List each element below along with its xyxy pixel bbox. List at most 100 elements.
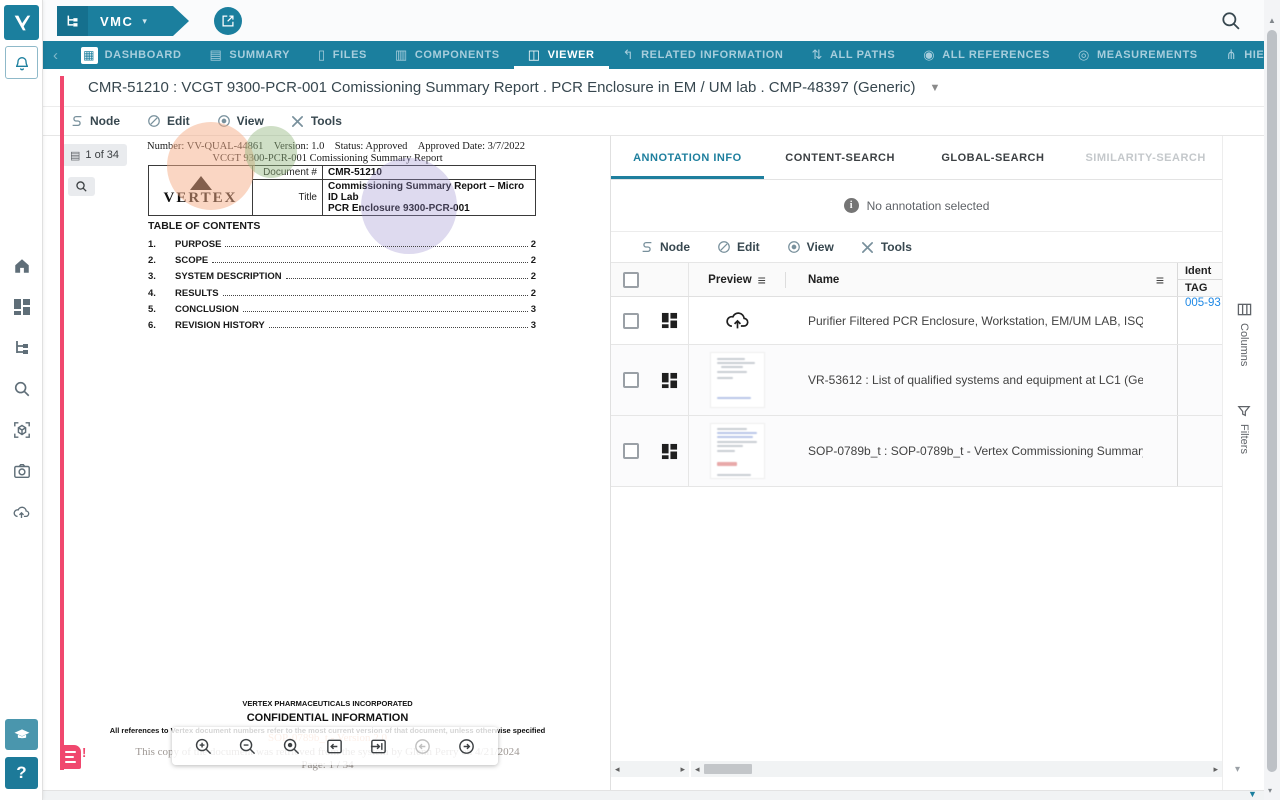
toc-item: 5.CONCLUSION3 <box>148 304 536 315</box>
dashboard-grid-icon[interactable] <box>651 297 689 344</box>
node-menu[interactable]: Node <box>70 114 120 128</box>
preview-cell[interactable] <box>689 297 785 344</box>
workspace-selector[interactable]: VMC ▾ <box>57 6 189 36</box>
page-vertical-scrollbar[interactable]: ▲ ▾ <box>1264 0 1280 800</box>
identifier-column-header[interactable]: Ident TAG <box>1177 263 1222 296</box>
tab-components[interactable]: ▥ COMPONENTS <box>381 41 514 69</box>
scroll-right-icon[interactable]: ▸ <box>680 764 685 775</box>
columns-toggle[interactable]: Columns <box>1223 302 1265 366</box>
cloud-upload-icon[interactable] <box>12 502 32 522</box>
view-menu[interactable]: View <box>217 114 264 128</box>
global-search-icon[interactable] <box>1220 10 1242 32</box>
tools-menu[interactable]: Tools <box>861 240 912 254</box>
view-icon <box>217 114 231 128</box>
tab-all-paths[interactable]: ⇅ ALL PATHS <box>797 41 909 69</box>
doc-subtitle: VCGT 9300-PCR-001 Comissioning Summary R… <box>75 153 580 164</box>
select-all-checkbox[interactable] <box>623 272 639 288</box>
tabs-scroll-left-icon[interactable]: ‹ <box>43 41 67 69</box>
annotation-panel-tabs: ANNOTATION INFO CONTENT-SEARCH GLOBAL-SE… <box>611 136 1222 180</box>
workspace-name: VMC <box>100 14 133 29</box>
strip-scroll-down-icon[interactable]: ▾ <box>1235 764 1240 775</box>
graduation-cap-icon <box>13 726 31 744</box>
preview-sort-icon[interactable]: ≡ <box>758 272 766 288</box>
row-checkbox[interactable] <box>623 372 639 388</box>
table-row[interactable]: VR-53612 : List of qualified systems and… <box>611 345 1222 416</box>
camera-icon[interactable] <box>12 461 32 481</box>
filters-toggle[interactable]: Filters <box>1223 404 1265 454</box>
tab-viewer[interactable]: ◫ VIEWER <box>514 41 609 69</box>
hscroll-thumb[interactable] <box>704 764 752 774</box>
document-page[interactable]: Number: VV-QUAL-44861 Version: 1.0 Statu… <box>75 136 580 790</box>
dashboard-grid-icon[interactable] <box>651 416 689 486</box>
edit-workspace-button[interactable] <box>214 7 242 35</box>
name-column-header[interactable]: Name <box>808 274 839 286</box>
vertex-logo-button[interactable] <box>4 5 39 40</box>
tab-annotation-info[interactable]: ANNOTATION INFO <box>611 136 764 179</box>
notifications-button[interactable] <box>5 46 38 79</box>
document-alert-icon[interactable]: ! <box>61 745 86 769</box>
tab-files[interactable]: ▯ FILES <box>304 41 381 69</box>
tab-summary[interactable]: ▤ SUMMARY <box>196 41 305 69</box>
fit-page-icon[interactable] <box>325 736 345 756</box>
tab-global-search[interactable]: GLOBAL-SEARCH <box>917 136 1070 179</box>
row-checkbox[interactable] <box>623 443 639 459</box>
table-row[interactable]: Purifier Filtered PCR Enclosure, Worksta… <box>611 297 1222 345</box>
toc-item: 6.REVISION HISTORY3 <box>148 320 536 331</box>
name-menu-icon[interactable]: ≡ <box>1156 272 1164 288</box>
title-caret-icon[interactable]: ▼ <box>930 82 941 94</box>
tools-menu[interactable]: Tools <box>291 114 342 128</box>
zoom-out-icon[interactable] <box>238 736 258 756</box>
dashboard-grid-icon[interactable] <box>651 345 689 415</box>
components-tab-icon: ▥ <box>395 47 408 63</box>
toc-item: 4.RESULTS2 <box>148 288 536 299</box>
node-menu[interactable]: Node <box>640 240 690 254</box>
workspace-caret-icon: ▾ <box>142 16 147 27</box>
row-checkbox[interactable] <box>623 313 639 329</box>
tab-related-information[interactable]: ↰ RELATED INFORMATION <box>609 41 798 69</box>
item-name[interactable]: VR-53612 : List of qualified systems and… <box>808 373 1143 387</box>
scroll-left-icon[interactable]: ◂ <box>615 764 620 775</box>
vscroll-thumb[interactable] <box>1267 30 1277 772</box>
tree-icon[interactable] <box>12 338 32 358</box>
view-menu[interactable]: View <box>787 240 834 254</box>
item-name[interactable]: SOP-0789b_t : SOP-0789b_t - Vertex Commi… <box>808 444 1143 458</box>
bottom-caret-icon[interactable]: ▼ <box>1248 789 1257 799</box>
search-icon[interactable] <box>12 379 32 399</box>
type-column-header <box>651 263 689 296</box>
scroll-right-icon[interactable]: ▸ <box>1213 764 1218 775</box>
zoom-in-icon[interactable] <box>194 736 214 756</box>
zoom-reset-icon[interactable] <box>281 736 301 756</box>
3d-scan-icon[interactable] <box>12 420 32 440</box>
scroll-down-icon[interactable]: ▾ <box>1268 786 1272 795</box>
item-name[interactable]: Purifier Filtered PCR Enclosure, Worksta… <box>808 314 1143 328</box>
previous-page-icon[interactable] <box>412 736 432 756</box>
table-row[interactable]: SOP-0789b_t : SOP-0789b_t - Vertex Commi… <box>611 416 1222 487</box>
identifier-link[interactable]: 005-93 <box>1178 297 1222 309</box>
annotation-empty-state: i No annotation selected <box>611 180 1222 232</box>
preview-cell[interactable] <box>689 345 785 415</box>
question-glyph: ? <box>16 763 26 783</box>
scroll-up-icon[interactable]: ▲ <box>1268 16 1276 25</box>
tab-measurements[interactable]: ◎ MEASUREMENTS <box>1064 41 1212 69</box>
viewer-toolbar: Node Edit View Tools <box>43 107 1264 136</box>
tab-content-search[interactable]: CONTENT-SEARCH <box>764 136 917 179</box>
scroll-left-icon[interactable]: ◂ <box>695 764 700 775</box>
tools-icon <box>291 114 305 128</box>
edit-menu[interactable]: Edit <box>717 240 760 254</box>
vertex-logo-cell: VERTEX <box>149 166 253 216</box>
home-icon[interactable] <box>12 256 32 276</box>
preview-column-header[interactable]: Preview <box>708 274 751 286</box>
table-hscrollbar[interactable]: ◂ ▸ <box>691 761 1222 777</box>
edit-menu[interactable]: Edit <box>147 114 190 128</box>
preview-cell[interactable] <box>689 416 785 486</box>
training-button[interactable] <box>5 719 38 750</box>
preview-hscrollbar[interactable]: ◂ ▸ <box>611 761 691 777</box>
all-references-tab-icon: ◉ <box>923 47 935 63</box>
next-page-icon[interactable] <box>456 736 476 756</box>
document-viewer-panel: ▤ 1 of 34 Number: VV-QUAL-44861 Version:… <box>43 136 610 790</box>
help-button[interactable]: ? <box>5 757 38 789</box>
tab-dashboard[interactable]: ▦ DASHBOARD <box>67 41 196 69</box>
fit-width-icon[interactable] <box>369 736 389 756</box>
dashboard-icon[interactable] <box>12 297 32 317</box>
tab-all-references[interactable]: ◉ ALL REFERENCES <box>909 41 1064 69</box>
